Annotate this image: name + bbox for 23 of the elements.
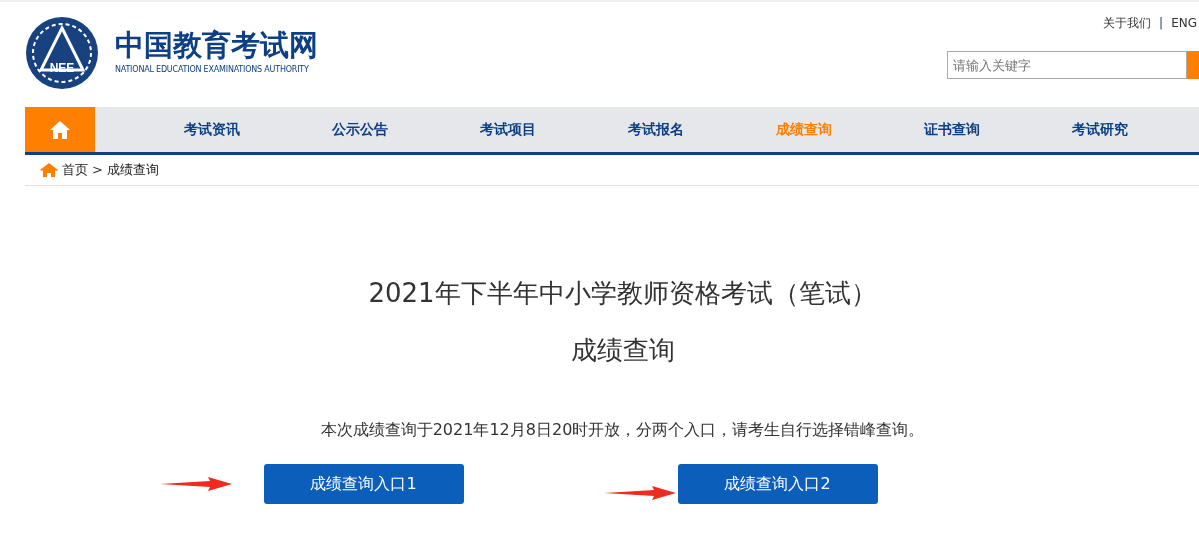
home-icon: [40, 162, 58, 178]
page-title: 成绩查询: [570, 334, 675, 367]
page-title: 2021年下半年中小学教师资格考试（笔试）: [368, 277, 877, 310]
nav-tab[interactable]: 考试研究: [1026, 107, 1174, 152]
top-link[interactable]: 关于我们: [1103, 14, 1152, 32]
separator: |: [1159, 15, 1164, 32]
site-subtitle: NATIONAL EDUCATION EXAMINATIONS AUTHORITY: [115, 63, 310, 76]
home-icon: [49, 119, 71, 140]
query-entry-button[interactable]: 成绩查询入口1: [263, 464, 464, 504]
nav-tab[interactable]: 考试资讯: [138, 107, 286, 152]
site-title: 中国教育考试网: [115, 30, 318, 60]
notice-text: 本次成绩查询于2021年12月8日20时开放，分两个入口，请考生自行选择错峰查询。: [320, 419, 925, 441]
search-field[interactable]: 请输入关键字: [947, 51, 1187, 79]
nav-tab[interactable]: 考试报名: [582, 107, 730, 152]
breadcrumb-link[interactable]: 首页: [62, 160, 88, 180]
nav-tab[interactable]: 考试项目: [434, 107, 582, 152]
query-entry-button[interactable]: 成绩查询入口2: [677, 464, 878, 504]
nav-tab[interactable]: 证书查询: [878, 107, 1026, 152]
breadcrumb-link[interactable]: 成绩查询: [106, 160, 159, 180]
breadcrumb-separator: >: [92, 161, 103, 180]
home-button[interactable]: [25, 107, 95, 152]
nav-tab[interactable]: 公示公告: [286, 107, 434, 152]
top-link[interactable]: ENG: [1171, 14, 1197, 32]
